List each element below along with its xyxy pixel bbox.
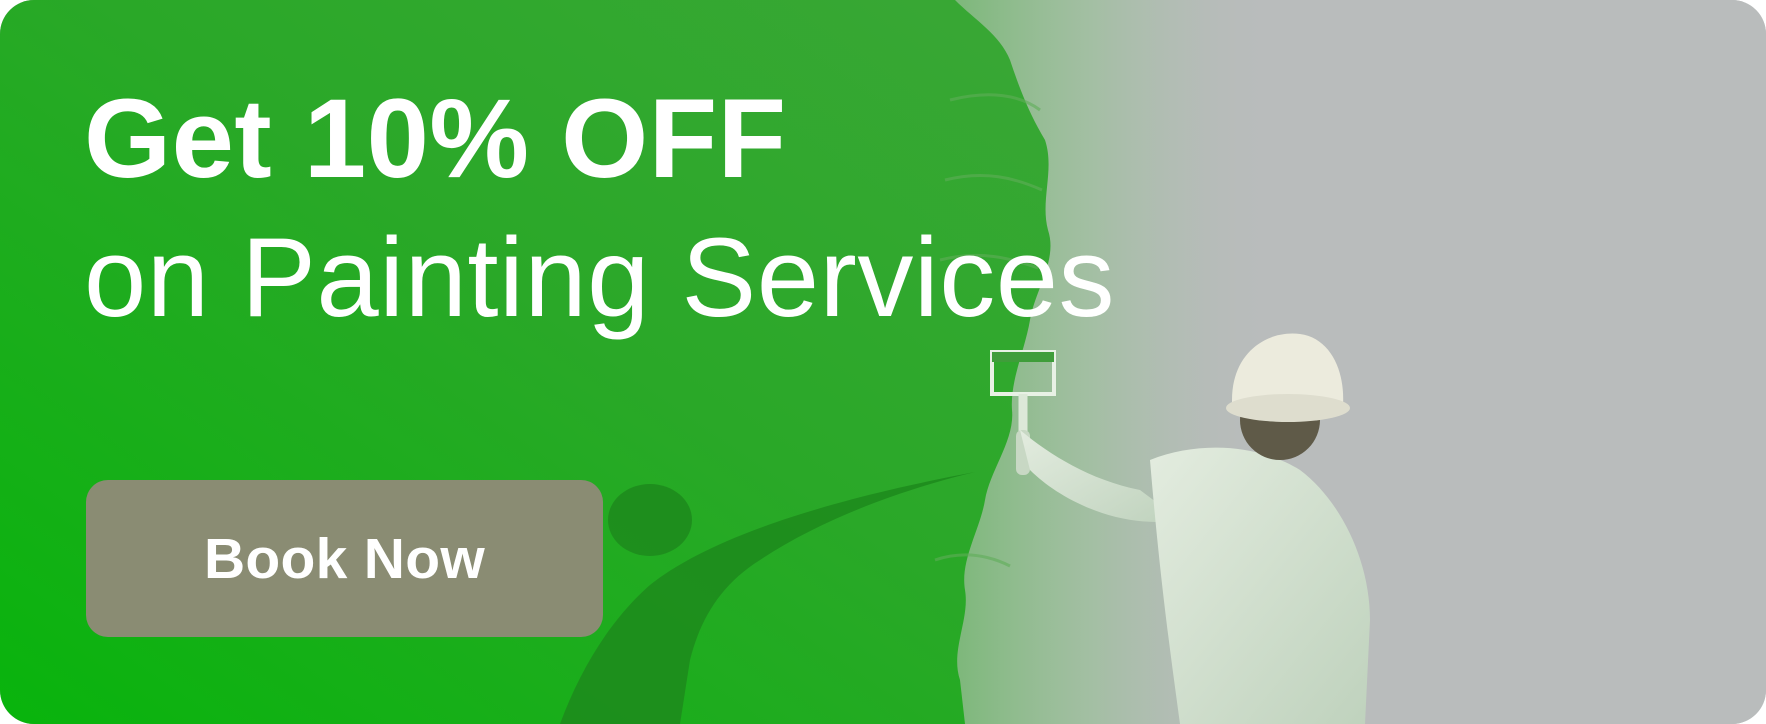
shadow-head	[608, 484, 692, 556]
book-now-button[interactable]: Book Now	[86, 480, 603, 637]
promo-headline: Get 10% OFF on Painting Services	[84, 70, 1115, 348]
promo-banner: Get 10% OFF on Painting Services Book No…	[0, 0, 1766, 724]
headline-service: on Painting Services	[84, 214, 1116, 340]
headline-discount: Get 10% OFF	[84, 76, 787, 201]
